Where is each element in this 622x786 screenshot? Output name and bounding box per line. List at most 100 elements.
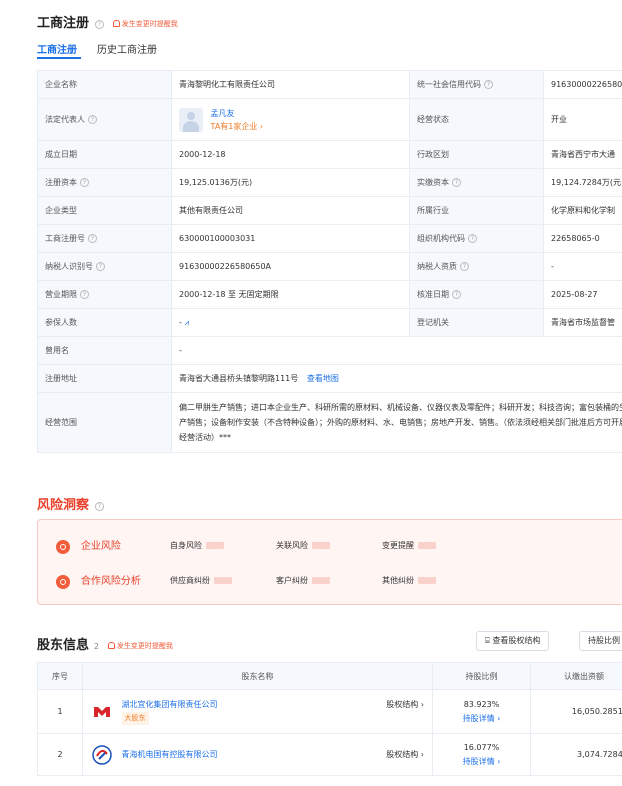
risk-title: 风险洞察 [37, 498, 90, 513]
risk-item[interactable]: 其他纠纷 [382, 575, 436, 586]
col-header-name: 股东名称 [82, 662, 433, 690]
shareholder-name[interactable]: 青海机电国有控股有限公司 [122, 750, 218, 759]
amount: 3,074.728429 [530, 733, 622, 776]
help-icon[interactable]: ? [468, 234, 477, 243]
shareholder-count: 2 [93, 642, 99, 651]
label-status: 经营状态 [409, 98, 544, 141]
label-paid-capital: 实缴资本? [409, 168, 544, 197]
blurred-count [312, 542, 330, 549]
risk-item[interactable]: 关联风险 [276, 540, 330, 551]
col-header-amount: 认缴出资额 [530, 662, 622, 690]
risk-panel: 企业风险 自身风险 关联风险 变更提醒 合作风险分析 供应商纠纷 客户纠纷 其他… [37, 519, 622, 605]
major-shareholder-tag: 大股东 [121, 712, 149, 725]
help-icon[interactable]: ? [452, 178, 461, 187]
label-established: 成立日期 [37, 140, 172, 169]
authority: 青海省市场监督管 [543, 308, 622, 337]
ratio-value: 83.923% [463, 699, 500, 709]
status: 开业 [543, 98, 622, 141]
company-logo-icon [93, 705, 111, 718]
region: 青海省西宁市大通 [543, 140, 622, 169]
risk-row-name: 合作风险分析 [80, 576, 141, 587]
handshake-icon [56, 574, 70, 589]
risk-item[interactable]: 变更提醒 [382, 540, 436, 551]
help-icon[interactable]: ? [452, 290, 461, 299]
help-icon[interactable]: ? [80, 290, 89, 299]
chevron-right-icon: › [497, 713, 501, 723]
label-approval: 核准日期? [409, 280, 544, 309]
label-scope: 经营范围 [37, 392, 172, 453]
section-header-shareholders: 股东信息 2 发生变更时提醒我 [37, 634, 173, 653]
reg-no: 630000100003031 [171, 224, 410, 253]
table-row: 1 湖北宜化集团有限责任公司 大股东 股权结构 › 83.923% 持股详情 ›… [37, 689, 622, 734]
bell-icon [112, 20, 120, 27]
label-insured: 参保人数 [37, 308, 172, 337]
risk-item[interactable]: 自身风险 [170, 540, 224, 551]
shareholder-name-cell: 青海机电国有控股有限公司 股权结构 › [82, 733, 433, 776]
help-icon[interactable]: ? [460, 262, 469, 271]
table-row: 2 青海机电国有控股有限公司 股权结构 › 16.077% 持股详情 › 3,0… [37, 733, 622, 776]
section-header-risk: 风险洞察 ? [37, 494, 104, 513]
holding-detail-link[interactable]: 持股详情 › [434, 755, 530, 769]
holding-detail-link[interactable]: 持股详情 › [434, 712, 530, 726]
row-no: 2 [37, 733, 83, 776]
taxpayer-qual: - [543, 252, 622, 281]
legal-rep-name[interactable]: 孟凡友 [211, 107, 264, 120]
trend-chart-icon[interactable]: ⩘ [184, 318, 189, 327]
help-icon[interactable]: ? [80, 178, 89, 187]
risk-row-cooperation[interactable]: 合作风险分析 供应商纠纷 客户纠纷 其他纠纷 [56, 572, 622, 589]
company-logo-icon [92, 744, 112, 765]
taxpayer-id: 91630000226580650A [171, 252, 410, 281]
help-icon[interactable]: ? [94, 20, 104, 29]
notify-button[interactable]: 发生变更时提醒我 [112, 19, 178, 29]
legal-rep-companies-link[interactable]: TA有1家企业 › [211, 120, 264, 133]
shareholder-name-cell: 湖北宜化集团有限责任公司 大股东 股权结构 › [82, 689, 433, 734]
company-name: 青海黎明化工有限责任公司 [171, 70, 410, 99]
help-icon[interactable]: ? [94, 502, 104, 511]
chevron-right-icon: › [259, 121, 264, 131]
risk-row-name: 企业风险 [80, 541, 121, 552]
business-scope: 偏二甲肼生产销售；进口本企业生产、科研所需的原材料、机械设备、仪器仪表及零配件；… [171, 392, 622, 453]
tab-registration[interactable]: 工商注册 [37, 41, 77, 56]
label-former-name: 曾用名 [37, 336, 172, 365]
help-icon[interactable]: ? [484, 80, 493, 89]
label-credit-code: 统一社会信用代码? [409, 70, 544, 99]
blurred-count [418, 542, 436, 549]
shareholder-table: 序号 股东名称 持股比例 认缴出资额 1 湖北宜化集团有限责任公司 大股东 股权… [37, 662, 622, 776]
help-icon[interactable]: ? [88, 115, 97, 124]
label-region: 行政区划 [409, 140, 544, 169]
tab-active-indicator [37, 57, 81, 59]
notify-button[interactable]: 发生变更时提醒我 [107, 641, 173, 651]
industry: 化学原料和化学制 [543, 196, 622, 225]
term: 2000-12-18 至 无固定期限 [171, 280, 410, 309]
risk-row-enterprise[interactable]: 企业风险 自身风险 关联风险 变更提醒 [56, 537, 622, 554]
risk-item[interactable]: 供应商纠纷 [170, 575, 232, 586]
label-term: 营业期限? [37, 280, 172, 309]
risk-shield-icon [56, 539, 70, 554]
shareholder-name[interactable]: 湖北宜化集团有限责任公司 [122, 698, 218, 711]
credit-code: 9163000022658065 [543, 70, 622, 99]
notify-label: 发生变更时提醒我 [121, 19, 178, 28]
registration-table: 企业名称 青海黎明化工有限责任公司 统一社会信用代码? 916300002265… [37, 70, 622, 453]
paid-capital: 19,124.7284万(元 [543, 168, 622, 197]
risk-item[interactable]: 客户纠纷 [276, 575, 330, 586]
page-title: 工商注册 [37, 16, 90, 31]
help-icon[interactable]: ? [96, 262, 105, 271]
address-cell: 青海省大通县桥头镇黎明路111号 查看地图 [171, 364, 622, 393]
former-name: - [171, 336, 622, 365]
help-icon[interactable]: ? [88, 234, 97, 243]
ratio-cell: 83.923% 持股详情 › [432, 689, 531, 734]
ratio-value: 16.077% [463, 742, 500, 752]
ratio-button[interactable]: 持股比例 [579, 631, 622, 651]
avatar[interactable] [179, 107, 203, 132]
equity-structure-link[interactable]: 股权结构 › [386, 699, 424, 710]
chevron-right-icon: › [420, 750, 424, 759]
label-industry: 所属行业 [409, 196, 544, 225]
label-type: 企业类型 [37, 196, 172, 225]
equity-structure-link[interactable]: 股权结构 › [386, 749, 424, 760]
capital: 19,125.0136万(元) [171, 168, 410, 197]
tab-history[interactable]: 历史工商注册 [97, 41, 157, 56]
notify-label: 发生变更时提醒我 [116, 641, 173, 650]
chevron-right-icon: › [497, 756, 501, 766]
view-equity-structure-button[interactable]: ⌸ 查看股权结构 [476, 631, 550, 651]
view-map-link[interactable]: 查看地图 [307, 374, 339, 383]
